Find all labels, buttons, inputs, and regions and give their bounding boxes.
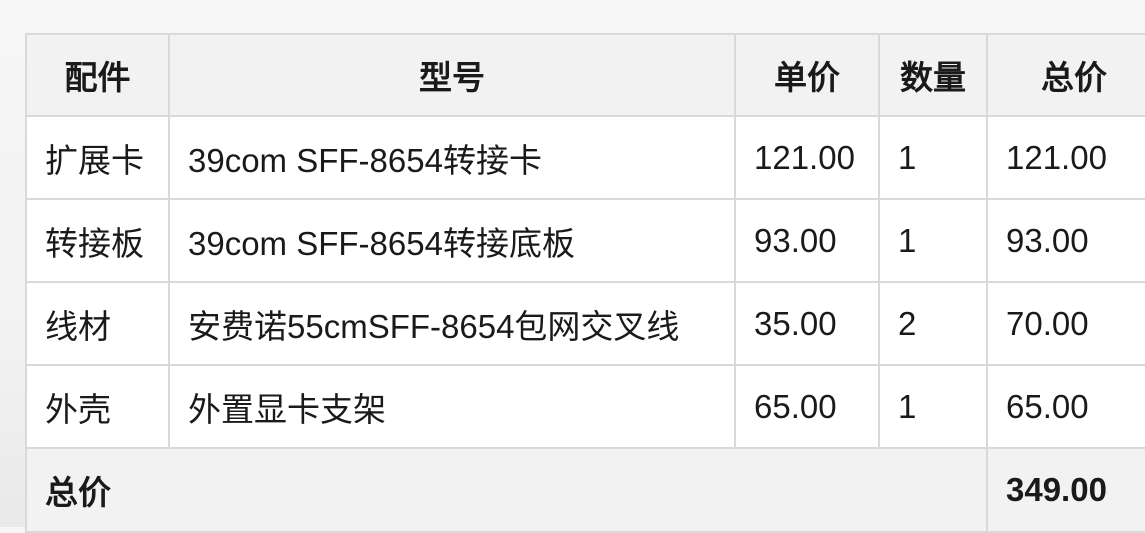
header-row: 配件 型号 单价 数量 总价 [25,33,1145,117]
total-row: 总价 349.00 [25,447,1145,533]
cell-model: 安费诺55cmSFF-8654包网交叉线 [168,281,736,366]
cell-unit-price: 121.00 [734,115,880,200]
cell-total-price: 121.00 [986,115,1145,200]
cell-total-price: 93.00 [986,198,1145,283]
cell-part: 转接板 [25,198,170,283]
table-row: 转接板 39com SFF-8654转接底板 93.00 1 93.00 [25,198,1145,283]
cell-total-price: 65.00 [986,364,1145,449]
cell-model: 39com SFF-8654转接卡 [168,115,736,200]
cell-quantity: 1 [878,364,988,449]
cell-total-price: 70.00 [986,281,1145,366]
cell-part: 线材 [25,281,170,366]
table-row: 线材 安费诺55cmSFF-8654包网交叉线 35.00 2 70.00 [25,281,1145,366]
table-body: 扩展卡 39com SFF-8654转接卡 121.00 1 121.00 转接… [25,115,1145,449]
cell-unit-price: 35.00 [734,281,880,366]
cell-model: 外置显卡支架 [168,364,736,449]
table-header: 配件 型号 单价 数量 总价 [25,33,1145,117]
grand-total-value: 349.00 [986,447,1145,533]
cell-part: 扩展卡 [25,115,170,200]
cell-model: 39com SFF-8654转接底板 [168,198,736,283]
header-total-price: 总价 [986,33,1145,117]
header-unit-price: 单价 [734,33,880,117]
cell-quantity: 1 [878,198,988,283]
header-model: 型号 [168,33,736,117]
header-quantity: 数量 [878,33,988,117]
cell-quantity: 1 [878,115,988,200]
table-row: 外壳 外置显卡支架 65.00 1 65.00 [25,364,1145,449]
cell-quantity: 2 [878,281,988,366]
table-footer: 总价 349.00 [25,447,1145,533]
header-part: 配件 [25,33,170,117]
cell-unit-price: 93.00 [734,198,880,283]
cell-part: 外壳 [25,364,170,449]
cell-unit-price: 65.00 [734,364,880,449]
parts-price-table-container: 配件 型号 单价 数量 总价 扩展卡 39com SFF-8654转接卡 121… [25,33,1145,533]
table-row: 扩展卡 39com SFF-8654转接卡 121.00 1 121.00 [25,115,1145,200]
grand-total-label: 总价 [25,447,988,533]
parts-price-table: 配件 型号 单价 数量 总价 扩展卡 39com SFF-8654转接卡 121… [25,33,1145,533]
